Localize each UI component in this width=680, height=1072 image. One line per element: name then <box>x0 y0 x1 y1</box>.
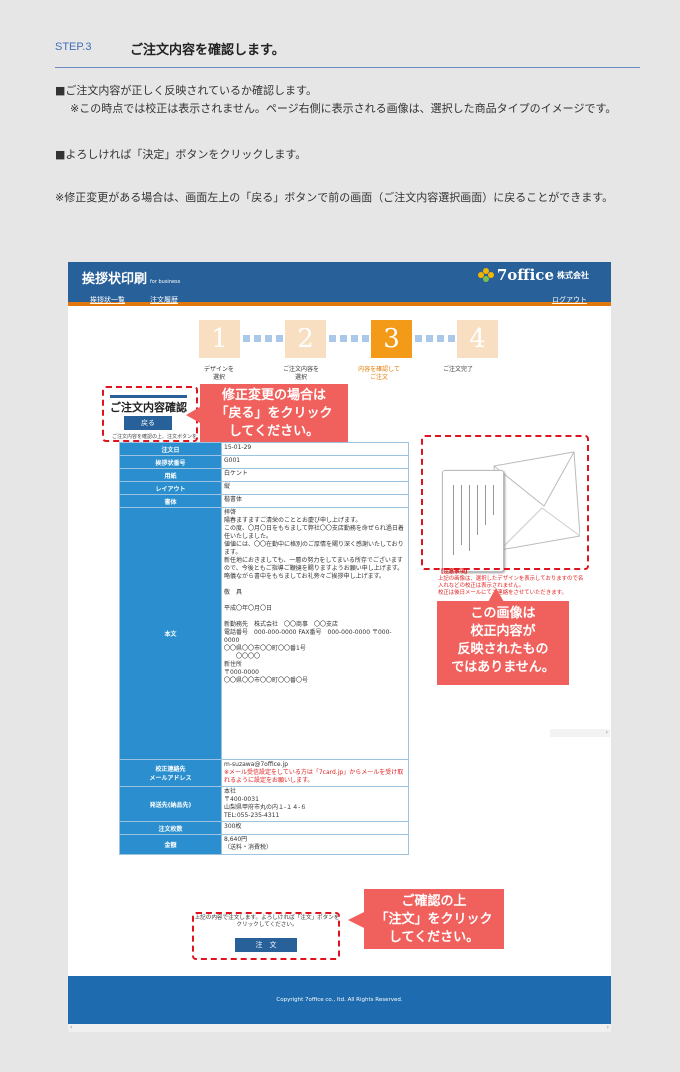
logo-text: 7office <box>496 266 554 284</box>
layout: 縦 <box>221 481 409 495</box>
body-text: 拝啓 陽春ますますご清栄のこととお慶び申し上げます。 この度、〇月〇日をもちまし… <box>221 507 409 760</box>
row-label: 書体 <box>119 494 222 508</box>
table-row: 校正連絡先 メールアドレス m-suzawa@7office.jp ※メール受信設定… <box>119 759 409 787</box>
footer: Copyright 7office co., ltd. All Rights R… <box>68 976 611 1024</box>
step-4-caption: ご注文完了 <box>442 366 473 373</box>
site-nav: 挨拶状一覧 注文履歴 ログアウト <box>68 294 611 304</box>
step-connector <box>415 335 455 343</box>
table-row: 注文日 15-01-29 <box>119 442 409 456</box>
back-button-highlight <box>102 386 198 442</box>
email: m-suzawa@7office.jp <box>224 761 289 768</box>
callout-arrow-icon <box>186 407 200 423</box>
site-header: 挨拶状印刷 for business 7office 株式会社 挨拶状一覧 注文履… <box>68 262 611 306</box>
table-row: 注文枚数 300枚 <box>119 821 409 835</box>
font: 楷書体 <box>221 494 409 508</box>
preview-warning-text: 上記の画像は、選択したデザインを表示しておりますので名入れなどの校正は表示されま… <box>438 576 584 596</box>
flower-logo-icon <box>477 268 494 282</box>
row-label: 挨拶状番号 <box>119 455 222 469</box>
scroll-left-icon[interactable]: ‹ <box>70 1024 72 1031</box>
back-callout: 修正変更の場合は 「戻る」をクリック してください。 <box>200 384 348 442</box>
step-connector <box>243 335 283 343</box>
table-row: 本文 拝啓 陽春ますますご清栄のこととお慶び申し上げます。 この度、〇月〇日をもち… <box>119 507 409 760</box>
step-2-box: 2 <box>285 320 326 358</box>
email-note: ※メール受信設定をしている方は「7card.jp」からメールを受け取れるように設… <box>224 769 404 784</box>
table-row: 挨拶状番号 G001 <box>119 455 409 469</box>
step-3-box: 3 <box>371 320 412 358</box>
row-label: 注文枚数 <box>119 821 222 835</box>
step-1-caption: デザインを 選択 <box>203 366 234 381</box>
logout-link[interactable]: ログアウト <box>552 295 587 305</box>
order-date: 15-01-29 <box>221 442 409 456</box>
nav-card-list-link[interactable]: 挨拶状一覧 <box>90 295 125 305</box>
row-label: 金額 <box>119 834 222 855</box>
nav-order-history-link[interactable]: 注文履歴 <box>150 295 178 305</box>
step-header: STEP.3 ご注文内容を確認します。 <box>55 38 640 68</box>
amount: 8,640円 （送料・消費税） <box>221 834 409 855</box>
order-button-highlight <box>192 912 340 960</box>
order-summary-table: 注文日 15-01-29 挨拶状番号 G001 用紙 白ケント レイアウト縦 書体 楷書… <box>119 442 409 855</box>
row-label: 校正連絡先 メールアドレス <box>119 759 222 787</box>
preview-image-highlight <box>421 435 589 570</box>
brand-name: 挨拶状印刷 <box>82 272 148 287</box>
order-callout: ご確認の上 「注文」をクリック してください。 <box>364 889 504 949</box>
logo-corp: 株式会社 <box>557 270 589 280</box>
preview-warning: 【注意事項】 上記の画像は、選択したデザインを表示しておりますので名入れなどの校… <box>438 569 584 597</box>
image-callout: この画像は 校正内容が 反映されたもの ではありません。 <box>437 601 569 685</box>
table-row: 書体 楷書体 <box>119 494 409 508</box>
card-number: G001 <box>221 455 409 469</box>
table-row: 用紙 白ケント <box>119 468 409 482</box>
email-cell: m-suzawa@7office.jp ※メール受信設定をしている方は「7card… <box>221 759 409 787</box>
instruction-line-2: ※この時点では校正は表示されません。ページ右側に表示される画像は、選択した商品タ… <box>70 102 617 115</box>
row-label: 用紙 <box>119 468 222 482</box>
row-label: レイアウト <box>119 481 222 495</box>
step-1-box: 1 <box>199 320 240 358</box>
row-label: 発送先(納品先) <box>119 786 222 822</box>
company-logo[interactable]: 7office 株式会社 <box>477 266 589 284</box>
horizontal-scrollbar[interactable]: ‹ › <box>68 1024 611 1032</box>
scroll-right-icon[interactable]: › <box>607 1024 609 1031</box>
ship-to: 本社 〒400-0031 山梨県甲府市丸の内１-１４-６ TEL:055-235… <box>221 786 409 822</box>
step-connector <box>329 335 369 343</box>
instruction-line-4: ※修正変更がある場合は、画面左上の「戻る」ボタンで前の画面（ご注文内容選択画面）… <box>55 191 614 204</box>
horizontal-scroll-arrow-icon[interactable]: › <box>550 729 610 737</box>
step-2-caption: ご注文内容を 選択 <box>282 366 319 381</box>
brand-sub: for business <box>150 279 181 285</box>
instruction-line-1: ■ご注文内容が正しく反映されているか確認します。 <box>55 84 317 97</box>
row-label: 本文 <box>119 507 222 760</box>
step-4-box: 4 <box>457 320 498 358</box>
brand[interactable]: 挨拶状印刷 for business <box>82 268 180 287</box>
callout-arrow-icon <box>348 912 364 928</box>
step-title: ご注文内容を確認します。 <box>130 43 285 58</box>
table-row: レイアウト縦 <box>119 481 409 495</box>
step-3-caption: 内容を確認して ご注文 <box>358 366 400 381</box>
step-progress: 1 2 3 4 <box>199 320 498 360</box>
instruction-line-3: ■よろしければ「決定」ボタンをクリックします。 <box>55 148 307 161</box>
table-row: 発送先(納品先) 本社 〒400-0031 山梨県甲府市丸の内１-１４-６ TEL… <box>119 786 409 822</box>
row-label: 注文日 <box>119 442 222 456</box>
paper: 白ケント <box>221 468 409 482</box>
callout-arrow-icon <box>488 588 504 602</box>
table-row: 金額 8,640円 （送料・消費税） <box>119 834 409 855</box>
step-label: STEP.3 <box>55 41 92 53</box>
quantity: 300枚 <box>221 821 409 835</box>
